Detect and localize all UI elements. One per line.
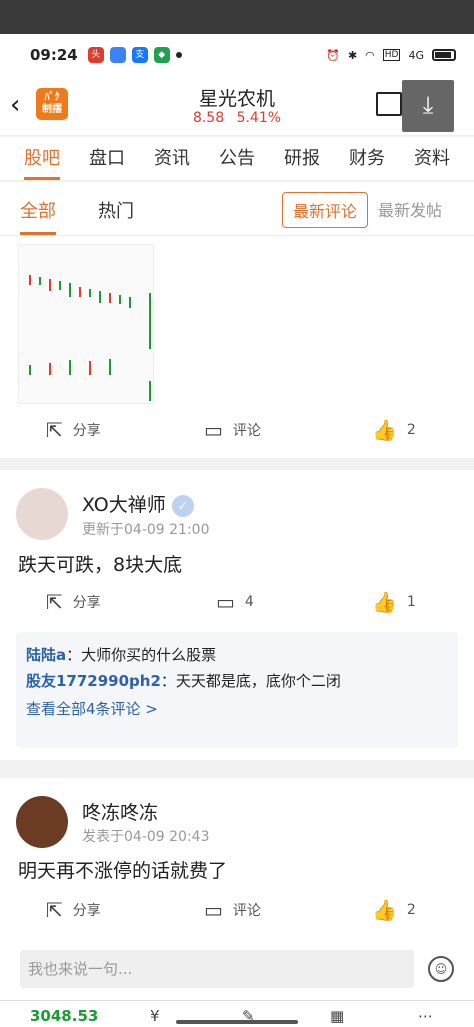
network-type: 4G	[408, 48, 424, 62]
reply-text: ：天天都是底，底你个二闭	[160, 672, 341, 690]
like-count: 1	[406, 594, 416, 610]
notification-dot-icon	[175, 52, 182, 58]
post-content[interactable]: 跌天可跌，8块大底	[18, 550, 182, 577]
share-action[interactable]: ⇱ 分享	[46, 590, 101, 614]
like-action[interactable]: 👍 1	[372, 590, 416, 614]
stock-change: 5.41%	[236, 110, 282, 126]
trade-icon[interactable]: ¥	[150, 1007, 160, 1025]
reply-preview: 陆陆a：大师你买的什么股票 股友1772990ph2：天天都是底，底你个二闭 查…	[16, 632, 458, 748]
comment-action[interactable]: ▭ 评论	[204, 418, 261, 442]
alipay-icon: 支	[131, 47, 148, 63]
share-icon: ⇱	[46, 418, 63, 442]
like-action[interactable]: 👍 2	[372, 418, 416, 442]
wifi-icon: ◠	[365, 48, 375, 62]
main-tabs: 股吧 盘口 资讯 公告 研报 财务 资料	[0, 137, 474, 181]
bluetooth-icon: ✱	[347, 48, 358, 62]
emoji-icon[interactable]: ☺	[428, 956, 454, 982]
thumbs-up-icon: 👍	[372, 590, 397, 614]
comment-icon: ▭	[216, 590, 235, 614]
comment-input-bar: 我也来说一句... ☺	[0, 940, 474, 1000]
tab-guba[interactable]: 股吧	[24, 137, 60, 180]
share-icon[interactable]	[376, 92, 402, 116]
post-time: 更新于04-09 21:00	[82, 522, 210, 538]
verified-badge-icon: ✓	[171, 494, 194, 517]
thumbs-up-icon: 👍	[372, 898, 397, 922]
post-time: 发表于04-09 20:43	[82, 829, 210, 845]
tab-news[interactable]: 资讯	[154, 137, 190, 180]
share-action[interactable]: ⇱ 分享	[46, 898, 101, 922]
toutiao-icon: 头	[87, 47, 104, 63]
share-icon: ⇱	[46, 590, 63, 614]
sort-toggle: 最新评论 最新发帖	[281, 192, 452, 228]
avatar[interactable]	[16, 796, 68, 848]
reply-username[interactable]: 股友1772990ph2	[26, 672, 161, 690]
subtab-hot[interactable]: 热门	[98, 197, 134, 223]
sub-tabs: 全部 热门 最新评论 最新发帖	[0, 182, 474, 236]
tab-pankou[interactable]: 盘口	[89, 137, 125, 180]
tab-research[interactable]: 研报	[284, 137, 320, 180]
share-label: 分享	[72, 595, 101, 611]
top-dark-bar	[0, 0, 474, 34]
share-label: 分享	[72, 903, 101, 919]
post-card: ⇱ 分享 ▭ 评论 👍 2	[0, 236, 474, 458]
view-all-comments-link[interactable]: 查看全部4条评论 >	[26, 694, 448, 724]
like-count: 2	[406, 902, 416, 918]
tab-finance[interactable]: 财务	[349, 137, 385, 180]
shield-icon: ◆	[153, 47, 170, 63]
comment-action[interactable]: ▭ 4	[216, 590, 254, 614]
download-icon[interactable]: ⤓	[402, 80, 454, 132]
hd-icon: HD	[382, 49, 401, 61]
avatar[interactable]	[16, 488, 68, 540]
grid-icon[interactable]: ▦	[330, 1007, 344, 1025]
alarm-icon: ⏰	[326, 48, 340, 62]
comment-input[interactable]: 我也来说一句...	[20, 950, 414, 988]
post-card: XO大禅师 ✓ 更新于04-09 21:00 跌天可跌，8块大底 ⇱ 分享 ▭ 4…	[0, 470, 474, 760]
comment-label: 评论	[232, 423, 261, 439]
reply-text: ：大师你买的什么股票	[66, 646, 217, 664]
post-username[interactable]: 咚冻咚冻	[82, 798, 158, 825]
reply-item[interactable]: 陆陆a：大师你买的什么股票	[26, 642, 448, 668]
comment-action[interactable]: ▭ 评论	[204, 898, 261, 922]
tab-announcement[interactable]: 公告	[219, 137, 255, 180]
more-icon[interactable]: ⋯	[418, 1007, 433, 1025]
index-value[interactable]: 3048.53	[30, 1007, 98, 1025]
post-content[interactable]: 明天再不涨停的话就费了	[18, 856, 227, 883]
status-time: 09:24	[30, 46, 78, 64]
sort-latest-comment[interactable]: 最新评论	[281, 192, 368, 228]
subtab-all[interactable]: 全部	[20, 197, 56, 235]
stock-price: 8.58	[192, 110, 225, 126]
home-indicator	[176, 1020, 298, 1024]
battery-icon	[432, 49, 456, 61]
like-action[interactable]: 👍 2	[372, 898, 416, 922]
username-text: XO大禅师	[82, 494, 166, 516]
reply-item[interactable]: 股友1772990ph2：天天都是底，底你个二闭	[26, 668, 448, 694]
share-icon: ⇱	[46, 898, 63, 922]
share-label: 分享	[72, 423, 101, 439]
share-action[interactable]: ⇱ 分享	[46, 418, 101, 442]
like-count: 2	[406, 422, 416, 438]
comment-icon: ▭	[204, 418, 223, 442]
sort-latest-post[interactable]: 最新发帖	[368, 192, 452, 228]
app-icon	[109, 47, 126, 63]
thumbs-up-icon: 👍	[372, 418, 397, 442]
reply-username[interactable]: 陆陆a	[26, 646, 66, 664]
tab-profile[interactable]: 资料	[414, 137, 450, 180]
status-bar: 09:24 头 支 ◆ ⏰ ✱ ◠ HD 4G	[0, 34, 474, 76]
comment-icon: ▭	[204, 898, 223, 922]
comment-label: 评论	[232, 903, 261, 919]
kline-chart-image[interactable]	[18, 244, 154, 404]
comment-count: 4	[244, 594, 254, 610]
post-username[interactable]: XO大禅师 ✓	[82, 490, 194, 517]
